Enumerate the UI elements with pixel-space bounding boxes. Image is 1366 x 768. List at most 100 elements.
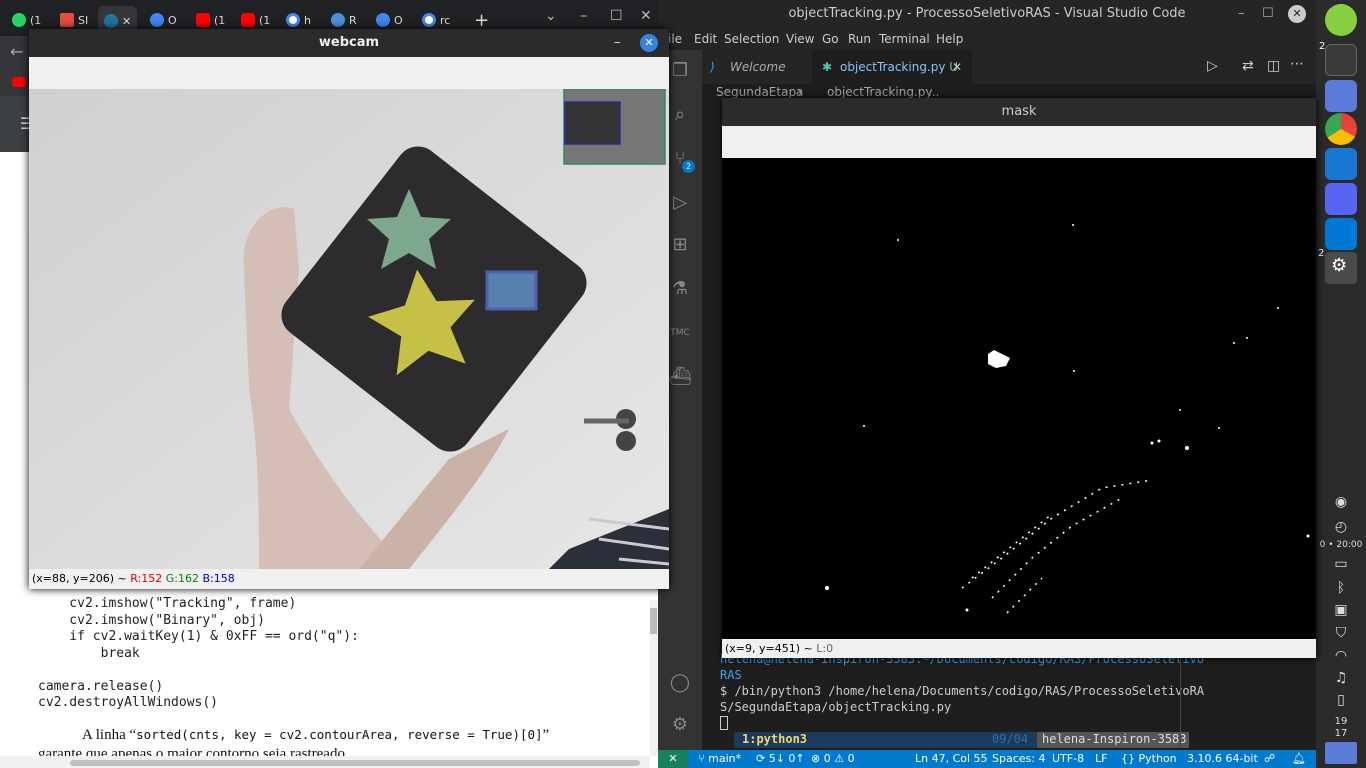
more-icon[interactable]: ⋯ [1290, 56, 1304, 72]
testing-icon[interactable]: ⚗ [669, 278, 691, 300]
google-icon [286, 13, 300, 27]
code-line: camera.release() [38, 679, 164, 694]
maximize-icon[interactable]: ☐ [610, 8, 623, 24]
source-control-icon[interactable]: ⑂ 2 [669, 148, 695, 173]
encoding[interactable]: UTF-8 [1052, 752, 1084, 765]
sound-icon[interactable]: ♫ [1316, 670, 1366, 686]
menu-selection[interactable]: Selection [724, 32, 779, 46]
scrollbar-thumb[interactable] [70, 760, 640, 766]
cursor-position[interactable]: Ln 47, Col 55 [915, 752, 988, 765]
menu-run[interactable]: Run [848, 32, 871, 46]
close-icon[interactable]: ✕ [640, 8, 652, 24]
mask-status-bar: (x=9, y=451) ~ L:0 [722, 639, 1316, 658]
menu-bar: ile Edit Selection View Go Run Terminal … [658, 30, 1316, 50]
close-icon[interactable]: ✕ [952, 50, 962, 84]
remote-icon[interactable]: ✕ [658, 750, 688, 768]
run-debug-icon[interactable]: ▷ [669, 192, 691, 214]
menu-file[interactable]: ile [668, 32, 682, 46]
tab-welcome[interactable]: ⟩ Welcome [702, 50, 812, 84]
python-icon: ✱ [822, 60, 833, 74]
brightness-icon[interactable]: ◉ [1316, 494, 1366, 510]
code-line: cv2.destroyAllWindows() [38, 695, 219, 710]
feedback-icon[interactable]: ☍ [1264, 752, 1275, 765]
shield-icon[interactable]: ⛉ [1316, 625, 1366, 641]
terminal-icon[interactable]: 2 [1319, 41, 1357, 76]
close-icon[interactable]: ✕ [640, 34, 658, 52]
menu-view[interactable]: View [786, 32, 814, 46]
problems-status[interactable]: ⊗ 0 ⚠ 0 [811, 752, 855, 765]
notes-icon[interactable]: ▭ [1316, 556, 1366, 572]
breadcrumb-item[interactable]: ... [928, 85, 939, 99]
menu-go[interactable]: Go [822, 32, 839, 46]
close-icon[interactable]: ✕ [122, 15, 131, 28]
app-j-icon[interactable] [1325, 148, 1357, 180]
network-icon[interactable]: ◠ [1316, 648, 1366, 664]
clipboard-icon[interactable]: ▣ [1316, 602, 1366, 618]
run-icon[interactable]: ▷ [1207, 58, 1218, 74]
files-icon[interactable] [1325, 80, 1357, 112]
bluetooth-icon[interactable]: ᛒ [1316, 580, 1366, 596]
editor-tabs: ⟩ Welcome ✱ objectTracking.py U ✕ ▷ ⇄ ◫ ⋯ [702, 50, 1316, 84]
google-icon [422, 13, 436, 27]
site-icon [60, 13, 74, 27]
menu-edit[interactable]: Edit [694, 32, 717, 46]
maximize-icon[interactable]: ☐ [1262, 0, 1274, 28]
vscode-title: objectTracking.py - ProcessoSeletivoRAS … [658, 0, 1316, 30]
minimize-icon[interactable]: – [1238, 0, 1245, 28]
vscode-icon: ⟩ [710, 60, 715, 74]
menu-help[interactable]: Help [936, 32, 963, 46]
show-desktop-icon[interactable] [1325, 742, 1357, 764]
python-interpreter[interactable]: 3.10.6 64-bit [1187, 752, 1258, 765]
code-line: break [38, 646, 140, 661]
eol[interactable]: LF [1095, 752, 1107, 765]
chrome-icon[interactable] [1325, 113, 1357, 145]
close-icon[interactable]: ✕ [1288, 5, 1306, 23]
battery-icon[interactable]: ▯ [1316, 692, 1366, 708]
language-mode[interactable]: {} Python [1121, 752, 1177, 765]
drive-icon [150, 13, 164, 27]
wordpress-icon [104, 14, 118, 28]
code-line: if cv2.waitKey(1) & 0xFF == ord("q"): [38, 629, 359, 644]
docker-icon[interactable]: ⛴ [669, 366, 692, 388]
breadcrumb-item[interactable]: SegundaEtapa [716, 85, 803, 99]
gear-icon[interactable]: ⚙ [669, 714, 691, 736]
sync-status[interactable]: ⟳ 5↓ 0↑ [756, 752, 805, 765]
timer-icon[interactable]: ◴ [1316, 519, 1366, 535]
tmux-status-bar: 1:python3 09/04 helena-Inspiron-3583 [734, 732, 1189, 748]
dock: 2 ⚙ 2 ◉ ◴ 0 • 20:00 ▭ ᛒ ▣ ⛉ ◠ ♫ ▯ 19 17 [1316, 0, 1366, 768]
breadcrumb-item[interactable]: objectTracking.py [827, 85, 932, 99]
youtube-icon[interactable] [12, 77, 26, 87]
compare-icon[interactable]: ⇄ [1242, 58, 1254, 74]
account-icon[interactable]: ◯ [669, 672, 691, 694]
tmc-icon[interactable]: TMC [669, 322, 691, 344]
tracking-box [485, 270, 538, 311]
minimize-icon[interactable]: – [614, 29, 621, 57]
branch-status[interactable]: ⑂ main* [698, 752, 741, 765]
clock-label: 0 • 20:00 [1319, 540, 1363, 550]
search-icon[interactable]: ⌕ [669, 104, 691, 126]
chevron-down-icon[interactable]: ⌄ [545, 8, 557, 24]
extensions-icon[interactable]: ⊞ [669, 234, 691, 256]
indentation[interactable]: Spaces: 4 [992, 752, 1045, 765]
back-icon[interactable]: ← [10, 42, 23, 61]
mask-image [722, 158, 1316, 639]
split-editor-icon[interactable]: ◫ [1267, 58, 1280, 74]
minimize-icon[interactable]: – [580, 8, 587, 24]
webcam-frame[interactable] [29, 89, 669, 569]
youtube-icon [241, 13, 255, 27]
tab-objecttracking[interactable]: ✱ objectTracking.py U ✕ [812, 50, 972, 84]
vscode-icon[interactable] [1325, 218, 1357, 250]
status-bar: ✕ ⑂ main* ⟳ 5↓ 0↑ ⊗ 0 ⚠ 0 Ln 47, Col 55 … [658, 750, 1316, 768]
settings-icon[interactable]: ⚙ 2 [1318, 248, 1357, 284]
webcam-status-bar: (x=88, y=206) ~ R:152 G:162 B:158 [29, 569, 669, 589]
discord-icon[interactable] [1325, 183, 1357, 215]
mint-menu-icon[interactable] [1325, 4, 1357, 36]
bell-icon[interactable]: 🔔︎ [1292, 752, 1306, 765]
mask-frame[interactable] [722, 158, 1316, 639]
scrollbar-thumb[interactable] [650, 608, 657, 634]
mask-title: mask [722, 98, 1316, 126]
explorer-icon[interactable]: ❐ [669, 60, 691, 82]
youtube-icon [196, 13, 210, 27]
menu-terminal[interactable]: Terminal [879, 32, 930, 46]
date-day: 19 [1334, 716, 1348, 727]
